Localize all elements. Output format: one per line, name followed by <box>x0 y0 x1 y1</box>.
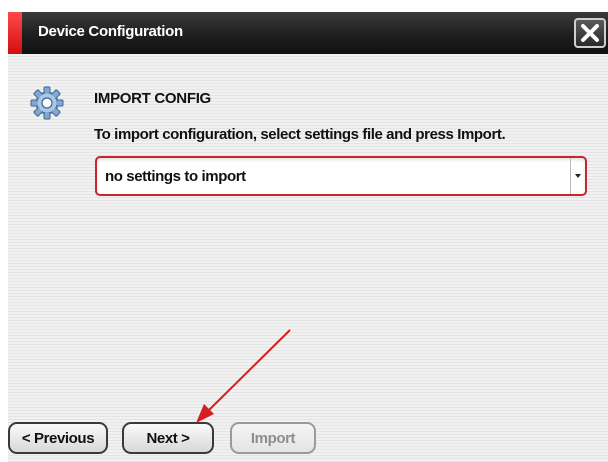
dropdown-arrow-icon[interactable] <box>570 158 585 194</box>
gear-icon <box>30 86 64 120</box>
settings-file-select[interactable]: no settings to import <box>95 156 587 196</box>
close-x-icon <box>581 24 599 42</box>
previous-button[interactable]: < Previous <box>8 422 108 454</box>
title-bar: Device Configuration <box>8 12 608 54</box>
instructions-text: To import configuration, select settings… <box>94 126 506 143</box>
settings-select-value: no settings to import <box>105 168 246 185</box>
import-button[interactable]: Import <box>230 422 316 454</box>
title-accent-strip <box>8 12 22 54</box>
device-configuration-dialog: Device Configuration IMPORT CONFIG To im… <box>8 12 608 462</box>
close-button[interactable] <box>574 18 606 48</box>
section-heading: IMPORT CONFIG <box>94 90 211 107</box>
window-title: Device Configuration <box>38 23 183 40</box>
next-button[interactable]: Next > <box>122 422 214 454</box>
